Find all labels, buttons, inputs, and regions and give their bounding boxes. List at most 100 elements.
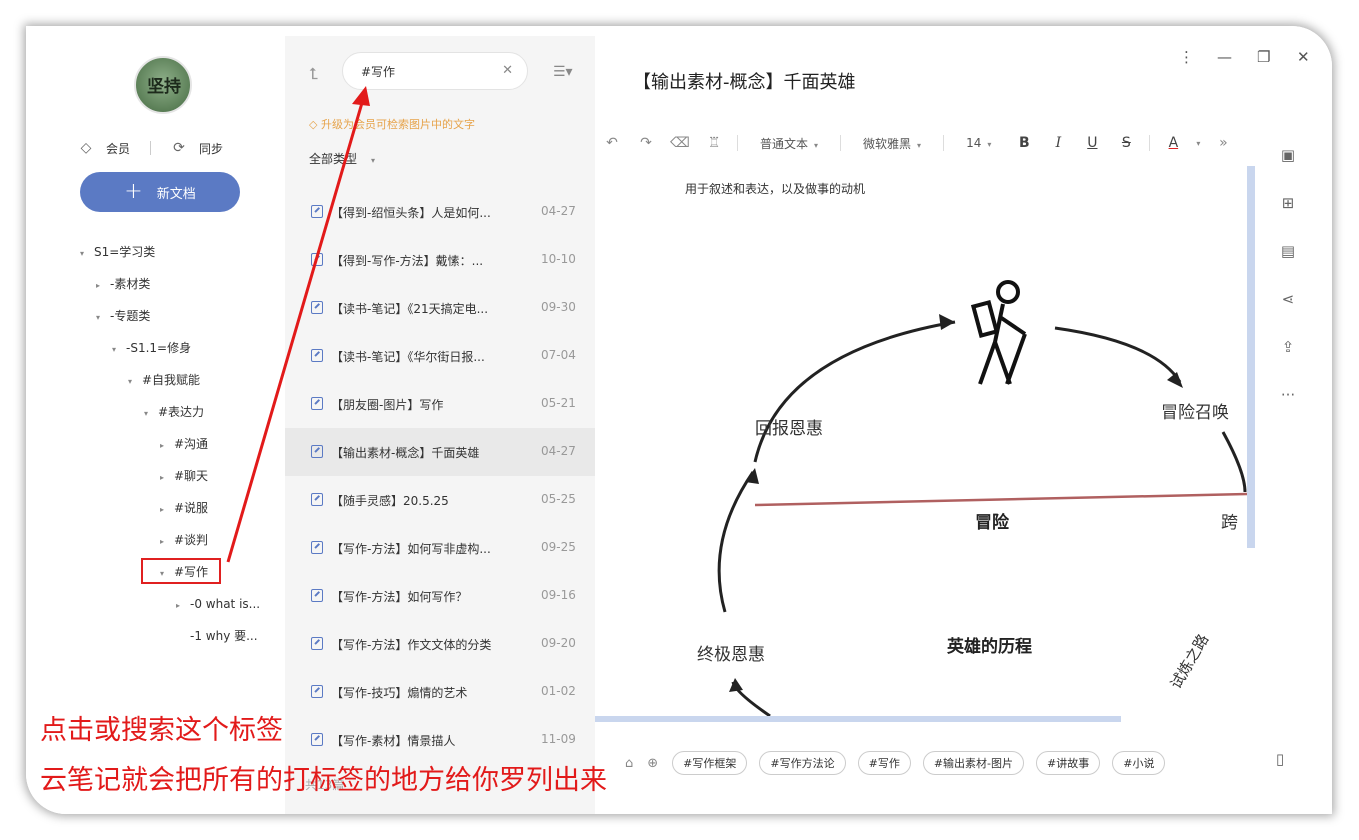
tree-node[interactable]: ▸ #沟通 [160, 434, 208, 454]
tag-icon[interactable]: ⌂ [625, 756, 633, 771]
item-date: 09-25 [541, 540, 576, 554]
list-item[interactable]: 【写作-素材】情景描人 11-09 [285, 716, 595, 764]
list-item[interactable]: 【写作-方法】如何写作？ 09-16 [285, 572, 595, 620]
vertical-scrollbar[interactable] [1247, 166, 1255, 548]
caret-icon[interactable]: ▸ [160, 532, 174, 552]
tree-node[interactable]: ▾ S1=学习类 [80, 242, 155, 262]
caret-icon[interactable]: ▸ [176, 596, 190, 616]
type-filter[interactable]: 全部类型 ▾ [309, 150, 375, 167]
tree-node[interactable]: ▸ #谈判 [160, 530, 208, 550]
document-icon [311, 205, 323, 218]
minimize-icon[interactable]: — [1217, 48, 1232, 66]
tree-node[interactable]: ▾ #表达力 [144, 402, 204, 422]
caret-icon[interactable]: ▸ [160, 500, 174, 520]
new-doc-button[interactable]: + 新文档 [80, 172, 240, 212]
arrow-head [939, 314, 955, 330]
tree-node[interactable]: ▸ #说服 [160, 498, 208, 518]
share-icon[interactable]: ⋖ [1276, 290, 1300, 308]
item-date: 10-10 [541, 252, 576, 266]
annotation-line-2: 云笔记就会把所有的打标签的地方给你罗列出来 [40, 765, 607, 796]
item-title: 【输出素材-概念】千面英雄 [331, 446, 480, 460]
search-box[interactable]: ✕ [342, 52, 528, 90]
tag-chip[interactable]: #小说 [1112, 751, 1166, 775]
document-title[interactable]: 【输出素材-概念】千面英雄 [633, 68, 856, 94]
close-icon[interactable]: ✕ [1297, 48, 1310, 66]
tree-node[interactable]: ▸ -0 what is... [176, 594, 260, 614]
caret-icon[interactable]: ▾ [112, 340, 126, 360]
list-item[interactable]: 【读书-笔记】《华尔街日报... 07-04 [285, 332, 595, 380]
caret-icon[interactable]: ▾ [80, 244, 94, 264]
sync-icon[interactable]: ⟳ [171, 140, 187, 156]
list-item[interactable]: 【读书-笔记】《21天搞定电... 09-30 [285, 284, 595, 332]
tag-chip[interactable]: #写作方法论 [759, 751, 846, 775]
font-select[interactable]: 微软雅黑 ▾ [863, 135, 921, 152]
chevron-down-icon[interactable]: ▾ [1190, 139, 1206, 148]
annotation-line-1: 点击或搜索这个标签 [40, 715, 283, 746]
list-item[interactable]: 【得到-绍恒头条】人是如何... 04-27 [285, 188, 595, 236]
font-color-button[interactable]: A [1156, 135, 1190, 151]
add-tag-icon[interactable]: ⊕ [647, 756, 658, 771]
upgrade-tip[interactable]: ◇ 升级为会员可检索图片中的文字 [309, 116, 475, 132]
tree-node[interactable]: ▾ -S1.1=修身 [112, 338, 191, 358]
font-size-select[interactable]: 14 ▾ [966, 136, 991, 150]
strikethrough-button[interactable]: S [1109, 135, 1143, 151]
caret-icon[interactable]: ▾ [144, 404, 158, 424]
restore-icon[interactable]: ❐ [1257, 48, 1270, 66]
tag-chip[interactable]: #写作 [857, 751, 911, 775]
list-item[interactable]: 【写作-技巧】煽情的艺术 01-02 [285, 668, 595, 716]
caret-icon[interactable]: ▾ [128, 372, 142, 392]
tag-chip[interactable]: #输出素材-图片 [922, 751, 1025, 775]
diamond-icon[interactable]: ◇ [78, 140, 94, 156]
document-icon [311, 541, 323, 554]
tree-node[interactable]: ▾ -专题类 [96, 306, 150, 326]
text-format-icon[interactable]: ▣ [1276, 146, 1300, 164]
list-item[interactable]: 【随手灵感】20.5.25 05-25 [285, 476, 595, 524]
list-item[interactable]: 【朋友圈-图片】写作 05-21 [285, 380, 595, 428]
format-painter-icon[interactable]: ♖ [697, 135, 731, 151]
tree-node[interactable]: -1 why 要... [176, 626, 258, 646]
back-icon[interactable]: ⮤ [309, 64, 318, 84]
search-input[interactable] [359, 63, 503, 79]
export-icon[interactable]: ⇪ [1276, 338, 1300, 356]
more-tools-button[interactable]: » [1206, 135, 1240, 151]
more-vertical-icon[interactable]: ⋮ [1179, 48, 1194, 66]
more-horizontal-icon[interactable]: ··· [1276, 386, 1300, 404]
list-item[interactable]: 【得到-写作-方法】戴愫：... 10-10 [285, 236, 595, 284]
tag-chip[interactable]: #写作框架 [672, 751, 748, 775]
tag-chip[interactable]: #讲故事 [1036, 751, 1101, 775]
caret-icon[interactable]: ▾ [96, 308, 110, 328]
app-window: 坚持 ◇ 会员 ⟳ 同步 + 新文档 ▾ S1=学习类 ▸ -素材类 ▾ -专题类 ▾… [26, 26, 1332, 814]
caret-icon[interactable]: ▸ [160, 436, 174, 456]
tree-node[interactable]: ▸ #聊天 [160, 466, 208, 486]
outline-icon[interactable]: ▤ [1276, 242, 1300, 260]
tree-node[interactable]: ▸ -素材类 [96, 274, 150, 294]
list-item[interactable]: 【写作-方法】作文文体的分类 09-20 [285, 620, 595, 668]
item-date: 09-30 [541, 300, 576, 314]
caret-icon[interactable]: ▸ [160, 468, 174, 488]
bold-button[interactable]: B [1007, 135, 1041, 151]
panel-toggle-icon[interactable]: ▯ [1268, 750, 1292, 768]
clear-icon[interactable]: ✕ [502, 63, 513, 78]
undo-icon[interactable]: ↶ [595, 135, 629, 151]
redo-icon[interactable]: ↷ [629, 135, 663, 151]
document-icon [311, 397, 323, 410]
paragraph-style-select[interactable]: 普通文本 ▾ [760, 135, 818, 152]
horizontal-scrollbar[interactable] [595, 716, 1121, 722]
tree-node-label: S1=学习类 [94, 245, 156, 259]
item-title: 【得到-绍恒头条】人是如何... [331, 206, 491, 220]
insert-icon[interactable]: ⊞ [1276, 194, 1300, 212]
avatar[interactable]: 坚持 [134, 56, 192, 114]
list-item[interactable]: 【写作-方法】如何写非虚构... 09-25 [285, 524, 595, 572]
item-title: 【随手灵感】20.5.25 [331, 494, 449, 508]
underline-button[interactable]: U [1075, 135, 1109, 151]
italic-button[interactable]: I [1041, 135, 1075, 151]
tree-node[interactable]: ▾ #自我赋能 [128, 370, 200, 390]
list-item-selected[interactable]: 【输出素材-概念】千面英雄 04-27 [285, 428, 595, 476]
item-date: 05-25 [541, 492, 576, 506]
member-link[interactable]: 会员 [106, 140, 130, 157]
sync-link[interactable]: 同步 [199, 140, 223, 157]
eraser-icon[interactable]: ⌫ [663, 135, 697, 151]
body-text[interactable]: 用于叙述和表达，以及做事的动机 [685, 180, 865, 197]
sort-menu-icon[interactable]: ☰▾ [553, 64, 573, 80]
caret-icon[interactable]: ▸ [96, 276, 110, 296]
